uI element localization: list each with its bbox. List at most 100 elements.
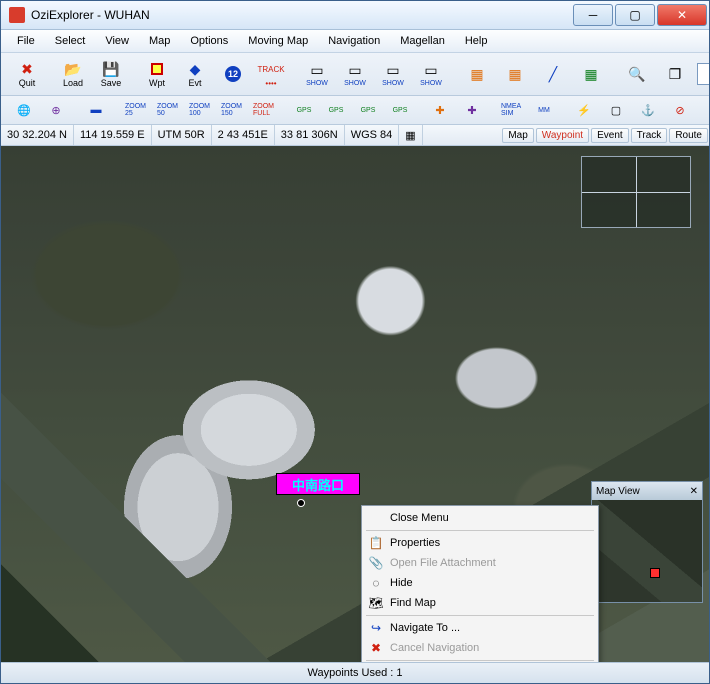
ctx-findmap[interactable]: 🗺Find Map xyxy=(364,593,596,613)
grid1-button[interactable]: ▦ xyxy=(459,55,495,93)
zoom-50[interactable]: ZOOM 50 xyxy=(153,98,183,122)
gps3-button[interactable]: GPS xyxy=(353,98,383,122)
navigate-icon: ↪ xyxy=(368,620,384,636)
grid2-button[interactable]: ▦ xyxy=(497,55,533,93)
save-label: Save xyxy=(101,78,122,88)
hide-icon: ◌ xyxy=(368,575,384,591)
ctx-navigate[interactable]: ↪Navigate To ... xyxy=(364,618,596,638)
show1-button[interactable]: ▭SHOW xyxy=(299,55,335,93)
mode-waypoint[interactable]: Waypoint xyxy=(536,128,589,143)
utm-display: UTM 50R xyxy=(152,125,212,145)
gps1-button[interactable]: GPS xyxy=(289,98,319,122)
ctx-cancelnav: ✖Cancel Navigation xyxy=(364,638,596,658)
quit-label: Quit xyxy=(19,78,36,88)
menu-file[interactable]: File xyxy=(7,32,45,50)
window-button[interactable]: ❐ xyxy=(657,55,693,93)
window-title: OziExplorer - WUHAN xyxy=(31,8,573,22)
secondary-toolbar: 🌐 ⊕ ▬ ZOOM 25 ZOOM 50 ZOOM 100 ZOOM 150 … xyxy=(1,96,709,125)
mode-route[interactable]: Route xyxy=(669,128,708,143)
ctx-hide[interactable]: ◌Hide xyxy=(364,573,596,593)
menu-help[interactable]: Help xyxy=(455,32,498,50)
lat-display: 30 32.204 N xyxy=(1,125,74,145)
maximize-button[interactable]: ▢ xyxy=(615,4,655,26)
menu-map[interactable]: Map xyxy=(139,32,180,50)
menu-options[interactable]: Options xyxy=(180,32,238,50)
box-icon[interactable]: ▢ xyxy=(601,98,631,122)
properties-icon: 📋 xyxy=(368,535,384,551)
east-display: 2 43 451E xyxy=(212,125,275,145)
mapview-close-icon[interactable]: ✕ xyxy=(690,486,698,497)
flag-icon[interactable]: ⚑ xyxy=(697,98,709,122)
ctx-properties[interactable]: 📋Properties xyxy=(364,533,596,553)
bolt-icon[interactable]: ⚡ xyxy=(569,98,599,122)
cross-orange[interactable]: ✚ xyxy=(425,98,455,122)
main-toolbar: ✖Quit 📂Load 💾Save Wpt ◆Evt 12 TRACK•••• … xyxy=(1,53,709,96)
cross-purple[interactable]: ✚ xyxy=(457,98,487,122)
cancel-icon[interactable]: ⊘ xyxy=(665,98,695,122)
waypoints-used: Waypoints Used : 1 xyxy=(308,667,403,679)
show2-button[interactable]: ▭SHOW xyxy=(337,55,373,93)
cancel-icon: ✖ xyxy=(368,640,384,656)
gps2-button[interactable]: GPS xyxy=(321,98,351,122)
datum-icon[interactable]: ▦ xyxy=(399,125,422,145)
world-button[interactable]: 🌐 xyxy=(9,98,39,122)
zoom-25[interactable]: ZOOM 25 xyxy=(121,98,151,122)
status-bar: Waypoints Used : 1 xyxy=(1,662,709,683)
ctx-openfile: 📎Open File Attachment xyxy=(364,553,596,573)
attachment-icon: 📎 xyxy=(368,555,384,571)
anchor-icon[interactable]: ⚓ xyxy=(633,98,663,122)
findmap-icon: 🗺 xyxy=(368,595,384,611)
menu-navigation[interactable]: Navigation xyxy=(318,32,390,50)
load-button[interactable]: 📂Load xyxy=(55,55,91,93)
zoom-100[interactable]: ZOOM 100 xyxy=(185,98,215,122)
number-button[interactable]: 12 xyxy=(215,55,251,93)
gps4-button[interactable]: GPS xyxy=(385,98,415,122)
zoom-button[interactable]: 🔍 xyxy=(619,55,655,93)
zoom-full[interactable]: ZOOM FULL xyxy=(249,98,279,122)
overview-grid[interactable] xyxy=(581,156,691,228)
menu-bar: File Select View Map Options Moving Map … xyxy=(1,30,709,53)
show3-button[interactable]: ▭SHOW xyxy=(375,55,411,93)
menu-select[interactable]: Select xyxy=(45,32,96,50)
nmea-sim[interactable]: NMEA SIM xyxy=(497,98,527,122)
app-icon xyxy=(9,7,25,23)
load-label: Load xyxy=(63,78,83,88)
compass-button[interactable]: ⊕ xyxy=(41,98,71,122)
save-button[interactable]: 💾Save xyxy=(93,55,129,93)
ctx-close[interactable]: Close Menu xyxy=(364,508,596,528)
line-button[interactable]: ╱ xyxy=(535,55,571,93)
mode-map[interactable]: Map xyxy=(502,128,533,143)
show4-button[interactable]: ▭SHOW xyxy=(413,55,449,93)
track-button[interactable]: TRACK•••• xyxy=(253,55,289,93)
menu-view[interactable]: View xyxy=(95,32,139,50)
mapview-panel: Map View ✕ xyxy=(591,481,703,603)
mapview-waypoint-icon xyxy=(650,568,660,578)
evt-label: Evt xyxy=(188,78,201,88)
zoom-150[interactable]: ZOOM 150 xyxy=(217,98,247,122)
zoom-input[interactable] xyxy=(697,63,709,85)
menu-magellan[interactable]: Magellan xyxy=(390,32,455,50)
mm-button[interactable]: MM xyxy=(529,98,559,122)
coordinate-bar: 30 32.204 N 114 19.559 E UTM 50R 2 43 45… xyxy=(1,125,709,146)
mapview-title: Map View xyxy=(596,486,640,497)
waypoint-marker-icon[interactable] xyxy=(297,499,305,507)
stack-button[interactable]: ▬ xyxy=(81,98,111,122)
north-display: 33 81 306N xyxy=(275,125,345,145)
mode-track[interactable]: Track xyxy=(631,128,668,143)
title-bar: OziExplorer - WUHAN ─ ▢ ✕ xyxy=(1,1,709,30)
context-menu: Close Menu 📋Properties 📎Open File Attach… xyxy=(361,505,599,662)
waypoint-label[interactable]: 中南路口 xyxy=(276,473,360,495)
minimize-button[interactable]: ─ xyxy=(573,4,613,26)
grid3-button[interactable]: ▦ xyxy=(573,55,609,93)
close-button[interactable]: ✕ xyxy=(657,4,707,26)
mode-event[interactable]: Event xyxy=(591,128,629,143)
mapview-body[interactable] xyxy=(592,500,702,602)
map-viewport[interactable]: 中南路口 Map View ✕ Close Menu 📋Properties 📎… xyxy=(1,146,709,662)
quit-button[interactable]: ✖Quit xyxy=(9,55,45,93)
lon-display: 114 19.559 E xyxy=(74,125,152,145)
datum-display: WGS 84 xyxy=(345,125,400,145)
menu-movingmap[interactable]: Moving Map xyxy=(238,32,318,50)
wpt-button[interactable]: Wpt xyxy=(139,55,175,93)
evt-button[interactable]: ◆Evt xyxy=(177,55,213,93)
wpt-label: Wpt xyxy=(149,78,165,88)
